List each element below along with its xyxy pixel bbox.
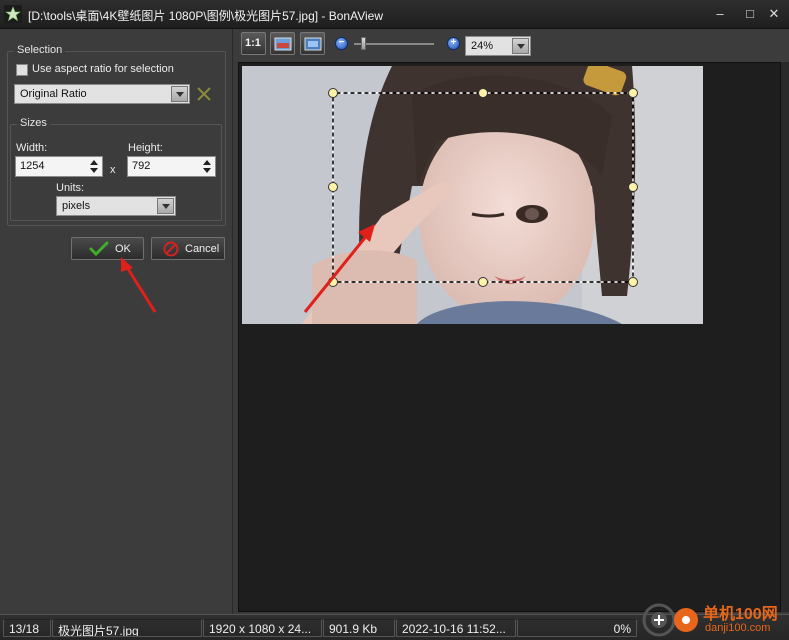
annotation-arrow-icon [303, 224, 375, 313]
watermark-text: 单机100网 [703, 606, 778, 623]
units-dropdown-value: pixels [62, 200, 91, 212]
no-entry-icon [163, 241, 179, 257]
status-progress: 0% [517, 619, 637, 637]
actual-size-label: 1:1 [245, 37, 261, 49]
annotation-arrow-icon [121, 257, 157, 313]
units-label: Units: [56, 182, 85, 194]
width-field[interactable]: 1254 [15, 156, 103, 177]
units-dropdown[interactable]: pixels [56, 196, 176, 216]
plus-circle-logo-icon [642, 603, 698, 637]
fit-width-icon [274, 37, 292, 51]
chevron-down-icon [157, 198, 174, 214]
x-mark-icon[interactable] [196, 86, 212, 102]
times-label: x [110, 164, 116, 176]
maximize-button[interactable]: □ [741, 5, 759, 23]
status-progress-value: 0% [613, 622, 631, 636]
zoom-out-icon[interactable]: − [335, 37, 348, 50]
zoom-value: 24% [471, 40, 494, 52]
zoom-dropdown[interactable]: 24% [465, 36, 531, 56]
status-dimensions: 1920 x 1080 x 24... [203, 619, 322, 637]
width-label: Width: [16, 142, 48, 154]
crop-panel: Selection Use aspect ratio for selection… [0, 29, 233, 614]
fit-window-icon [304, 37, 322, 51]
height-spin-arrows[interactable] [203, 158, 212, 175]
star-icon [4, 5, 22, 23]
ratio-dropdown-value: Original Ratio [20, 88, 87, 100]
ratio-dropdown[interactable]: Original Ratio [14, 84, 190, 104]
width-spin-arrows[interactable] [90, 158, 99, 175]
status-filesize: 901.9 Kb [323, 619, 395, 637]
close-button[interactable]: ✕ [765, 5, 783, 23]
chevron-down-icon [171, 86, 188, 102]
chevron-down-icon [512, 38, 529, 54]
selection-group-label: Selection [14, 44, 66, 56]
fit-width-button[interactable] [270, 32, 295, 55]
watermark-url: danji100.com [705, 622, 771, 634]
watermark-logo: 单机100网 danji100.com [640, 598, 789, 640]
status-filename: 极光图片57.jpg [52, 619, 202, 637]
zoom-slider-track[interactable] [354, 43, 434, 45]
aspect-ratio-checkbox[interactable] [16, 64, 28, 76]
vertical-scrollbar[interactable] [781, 62, 789, 612]
title-bar: [D:\tools\桌面\4K壁纸图片 1080P\图例\极光图片57.jpg]… [0, 0, 789, 29]
actual-size-button[interactable]: 1:1 [241, 32, 266, 55]
cancel-button-label: Cancel [185, 243, 220, 255]
minimize-button[interactable]: ‒ [711, 5, 729, 23]
height-value: 792 [132, 160, 151, 172]
viewer-toolbar: 1:1 − + 24% [234, 29, 789, 62]
aspect-ratio-label: Use aspect ratio for selection [32, 63, 174, 75]
height-field[interactable]: 792 [127, 156, 216, 177]
zoom-slider-thumb[interactable] [361, 37, 366, 50]
status-datetime: 2022-10-16 11:52... [396, 619, 516, 637]
width-value: 1254 [20, 160, 45, 172]
sizes-group-label: Sizes [17, 117, 50, 129]
fit-window-button[interactable] [300, 32, 325, 55]
height-label: Height: [128, 142, 163, 154]
status-position: 13/18 [3, 619, 51, 637]
zoom-in-icon[interactable]: + [447, 37, 460, 50]
photo [242, 66, 703, 324]
image-viewer[interactable] [238, 62, 781, 612]
window-title: [D:\tools\桌面\4K壁纸图片 1080P\图例\极光图片57.jpg]… [28, 9, 384, 23]
